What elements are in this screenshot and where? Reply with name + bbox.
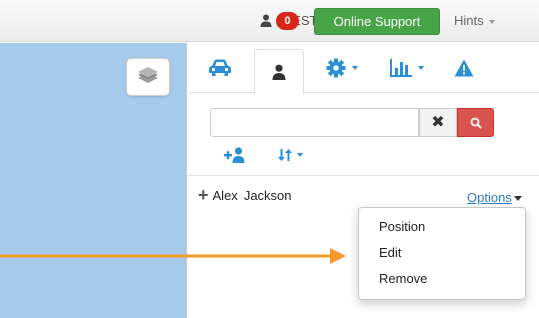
layers-icon (138, 67, 158, 83)
car-icon (209, 59, 231, 76)
chevron-down-icon (418, 66, 424, 70)
options-menu: Position Edit Remove (358, 207, 526, 300)
notification-badge[interactable]: 0 (276, 12, 299, 30)
search-button[interactable] (457, 108, 494, 137)
options-dropdown-toggle[interactable]: Options (467, 190, 522, 205)
menu-item-remove[interactable]: Remove (359, 266, 525, 292)
list-item[interactable]: + Alex Jackson (198, 186, 292, 204)
warning-icon (454, 59, 474, 77)
close-icon: ✖ (431, 114, 445, 131)
add-user-button[interactable] (224, 147, 246, 166)
chevron-down-icon (352, 66, 358, 70)
search-input[interactable] (210, 108, 419, 137)
sort-button[interactable] (278, 149, 303, 161)
user-icon (260, 14, 272, 27)
gear-icon (326, 58, 346, 78)
side-panel: ✖ + Alex Jackson Options Position Edit R… (188, 43, 539, 318)
tab-alerts[interactable] (444, 49, 484, 87)
top-bar: 4TEST 0 Online Support Hints (0, 0, 539, 42)
layers-button[interactable] (126, 58, 170, 96)
add-user-icon (224, 147, 245, 163)
search-icon (470, 117, 482, 129)
menu-item-position[interactable]: Position (359, 214, 525, 240)
expand-plus-icon[interactable]: + (198, 186, 209, 204)
first-name: Alex (212, 188, 238, 203)
bar-chart-icon (390, 59, 412, 77)
tab-settings[interactable] (312, 49, 372, 87)
chevron-down-icon (297, 153, 303, 157)
options-label: Options (467, 190, 512, 205)
tab-reports[interactable] (378, 49, 436, 87)
tab-bar (188, 43, 539, 94)
last-name: Jackson (243, 188, 292, 203)
divider (188, 175, 539, 176)
chevron-down-icon (488, 19, 495, 24)
tab-vehicles[interactable] (196, 49, 244, 87)
clear-search-button[interactable]: ✖ (419, 108, 457, 137)
menu-item-edit[interactable]: Edit (359, 240, 525, 266)
sort-icon (278, 149, 292, 161)
chevron-down-icon (513, 196, 522, 202)
hints-menu[interactable]: Hints (454, 13, 495, 28)
online-support-button[interactable]: Online Support (314, 8, 440, 35)
hints-label: Hints (454, 13, 484, 28)
user-icon (272, 64, 286, 80)
tab-users[interactable] (254, 49, 304, 94)
